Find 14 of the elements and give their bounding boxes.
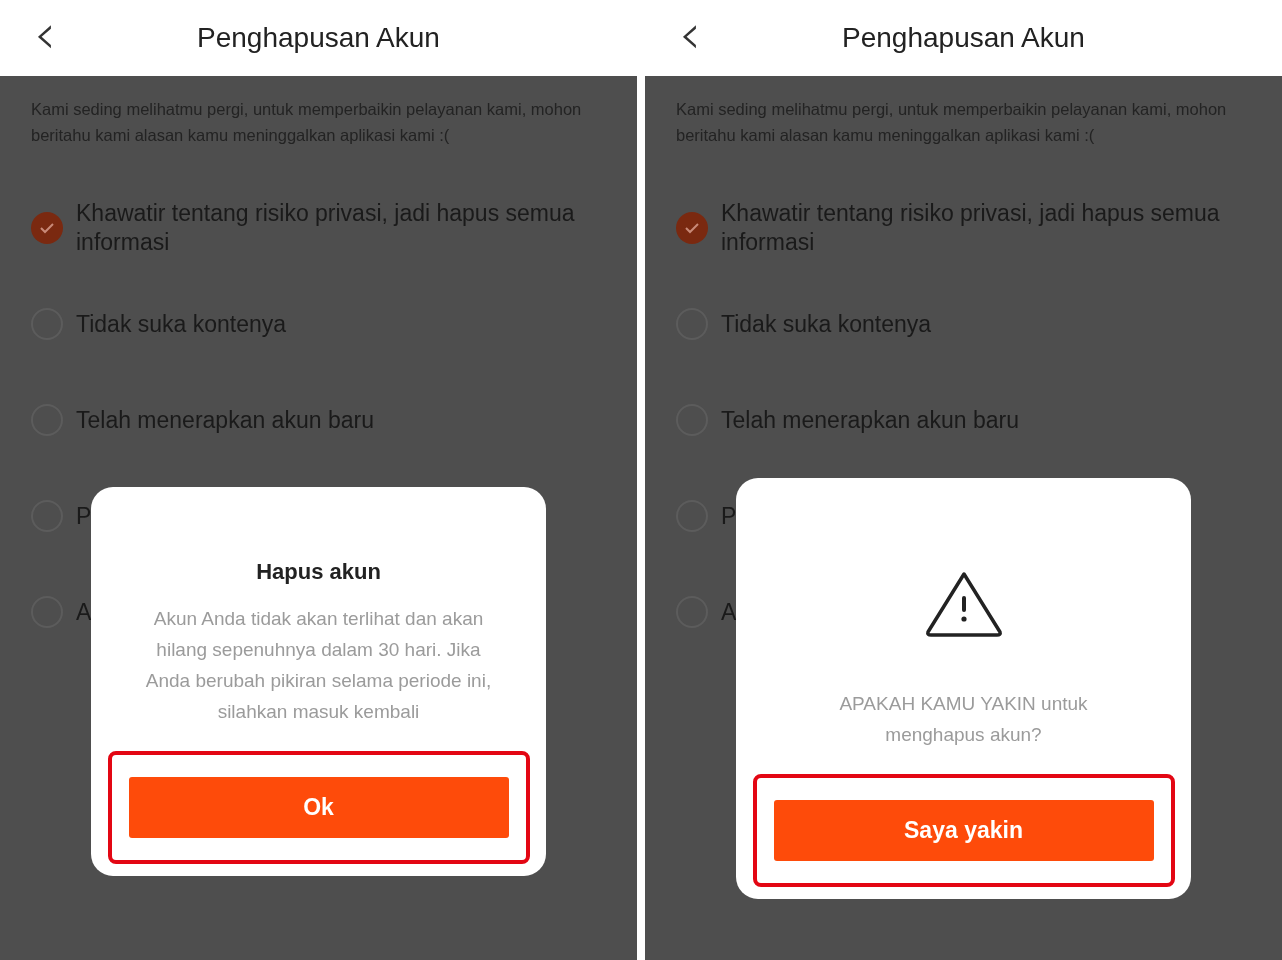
check-icon (39, 222, 55, 234)
confirm-button[interactable]: Ok (128, 777, 509, 838)
dialog-message: Akun Anda tidak akan terlihat dan akan hilang sepenuhnya dalam 30 hari. Jika Anda berubah pikiran selama periode ini, silahkan masuk kembali (144, 607, 493, 724)
page-title: Penghapusan Akun (197, 22, 440, 54)
radio-button[interactable] (31, 212, 63, 244)
back-button[interactable]: ‹ (30, 6, 60, 70)
dialog-title: Hapus akun (256, 559, 381, 585)
back-button[interactable]: ‹ (675, 6, 705, 70)
radio-button[interactable] (676, 212, 708, 244)
confirm-button[interactable]: Saya yakin (773, 800, 1154, 861)
check-icon (684, 222, 700, 234)
dialog-message: APAKAH KAMU YAKIN untuk menghapus akun? (838, 692, 1089, 747)
warning-icon (923, 570, 1004, 638)
page-title: Penghapusan Akun (842, 22, 1085, 54)
